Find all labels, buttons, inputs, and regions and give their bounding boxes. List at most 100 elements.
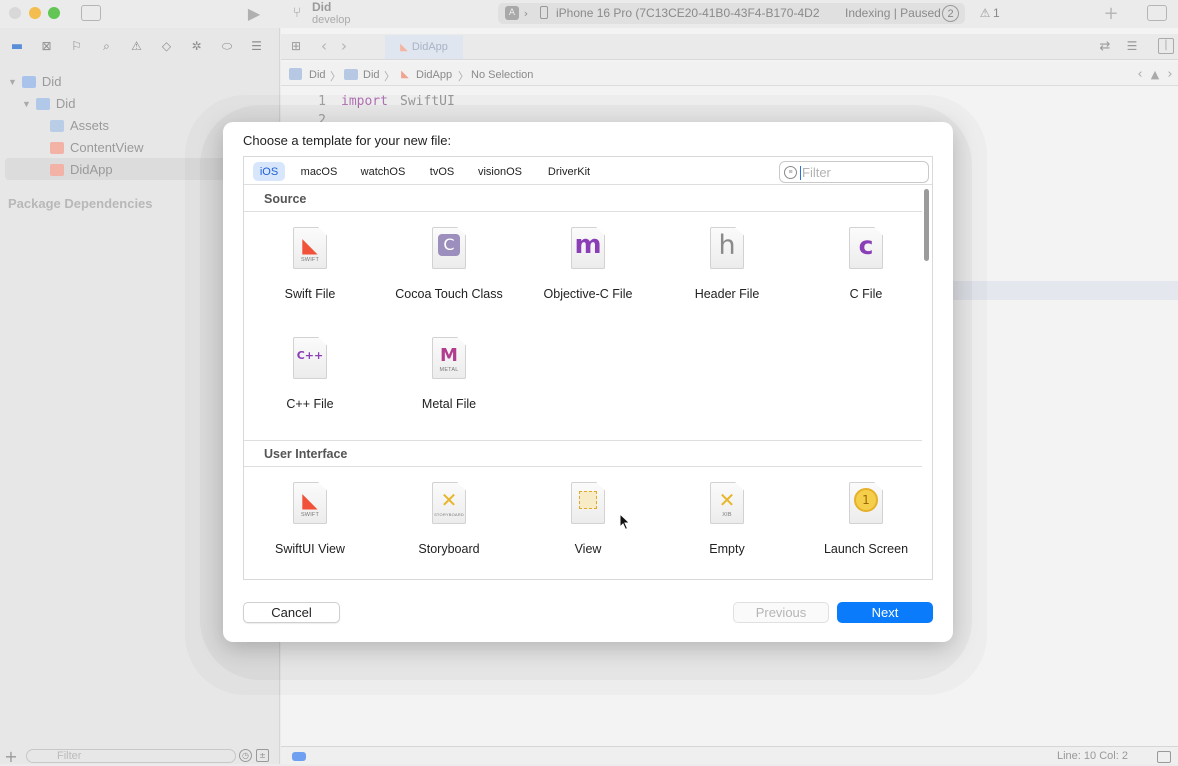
disclosure-open-icon[interactable]: ▼ (22, 99, 31, 109)
template-view[interactable]: View (528, 482, 648, 579)
template-cpp-file[interactable]: C++ C++ File (250, 337, 370, 437)
text-caret (800, 166, 801, 180)
test-icon[interactable]: ◇ (159, 39, 174, 53)
report-icon[interactable]: ☰ (249, 39, 264, 53)
run-play-icon[interactable]: ▶ (245, 4, 263, 23)
section-title: Source (264, 192, 307, 206)
app-scheme-icon[interactable]: A (505, 6, 519, 20)
refresh-icon[interactable]: ⇄ (1098, 38, 1112, 54)
objc-m-icon: m (574, 230, 602, 260)
next-button[interactable]: Next (837, 602, 933, 623)
template-label: View (574, 542, 602, 556)
template-cocoa-touch-class[interactable]: C Cocoa Touch Class (389, 227, 509, 327)
metal-icon: M (440, 344, 458, 366)
editor-status-bar (281, 746, 1178, 764)
grid-icon[interactable]: ⊞ (289, 39, 303, 53)
disclosure-open-icon[interactable]: ▼ (8, 77, 17, 87)
cancel-button[interactable]: Cancel (243, 602, 340, 623)
tab-watchos[interactable]: watchOS (355, 162, 411, 181)
editor-options-icon[interactable]: ☰ (1122, 38, 1142, 54)
folder-icon (344, 69, 358, 80)
run-destination[interactable]: iPhone 16 Pro (7C13CE20-41B0-43F4-B170-4… (556, 6, 828, 20)
template-header-file[interactable]: h Header File (667, 227, 787, 327)
debug-area-toggle-icon[interactable] (1157, 751, 1171, 763)
template-objective-c-file[interactable]: m Objective-C File (528, 227, 648, 327)
filter-placeholder: Filter (802, 165, 831, 180)
bookmark-icon[interactable]: ⚐ (69, 39, 84, 53)
add-icon[interactable]: + (1103, 3, 1119, 24)
breakpoint-icon[interactable]: ⬭ (219, 39, 235, 53)
previous-button[interactable]: Previous (733, 602, 829, 623)
template-storyboard[interactable]: ✕ STORYBOARD Storyboard (389, 482, 509, 579)
launch-screen-icon: 1 (849, 485, 883, 515)
tab-macos[interactable]: macOS (295, 162, 343, 181)
console-toggle-icon[interactable] (292, 752, 306, 761)
tree-item-label: DidApp (70, 162, 113, 177)
minimize-window-button[interactable] (29, 7, 41, 19)
chevron-right-icon: 〉 (384, 71, 395, 83)
package-dependencies-header: Package Dependencies (8, 196, 153, 211)
tree-item-contentview[interactable]: ContentView (50, 140, 143, 155)
branch-name: develop (312, 14, 351, 26)
project-icon (289, 68, 302, 80)
template-panel: iOS macOS watchOS tvOS visionOS DriverKi… (243, 156, 933, 580)
tree-item-label: Did (55, 96, 76, 111)
tree-item-project[interactable]: ▼ Did (8, 74, 61, 89)
chevron-right-icon: › (523, 6, 529, 20)
template-label: Objective-C File (543, 287, 633, 301)
class-c-icon: C (432, 230, 466, 260)
forward-chevron-icon[interactable]: › (338, 37, 350, 55)
warning-icon[interactable]: ⚠ (978, 5, 992, 21)
template-label: Metal File (421, 397, 477, 411)
template-launch-screen[interactable]: 1 Launch Screen (806, 482, 926, 579)
issue-icon[interactable]: ⚠ (129, 39, 144, 53)
warning-count: 1 (993, 6, 1000, 20)
xib-icon: ✕ (718, 488, 736, 512)
chevron-right-icon: 〉 (330, 71, 341, 83)
recent-files-icon[interactable]: ◷ (239, 749, 252, 762)
add-icon[interactable]: + (4, 747, 18, 766)
jump-bar-project[interactable]: Did (309, 69, 326, 81)
tree-item-didapp[interactable]: DidApp (50, 162, 113, 177)
template-swift-file[interactable]: ◣ SWIFT Swift File (250, 227, 370, 327)
project-name: Did (312, 0, 332, 14)
folder-navigator-icon[interactable]: ▬ (9, 39, 25, 54)
icon-caption: SWIFT (300, 257, 320, 263)
zoom-window-button[interactable] (48, 7, 60, 19)
source-control-icon[interactable]: ⊠ (39, 39, 54, 53)
template-c-file[interactable]: c C File (806, 227, 926, 327)
template-filter-input[interactable]: ≡ Filter (779, 161, 929, 183)
inspector-toggle-icon[interactable] (1147, 5, 1167, 21)
mouse-pointer-icon (619, 513, 631, 531)
tree-item-assets[interactable]: Assets (50, 118, 109, 133)
tab-tvos[interactable]: tvOS (424, 162, 460, 181)
branch-icon: ⑂ (292, 5, 302, 21)
navigator-filter-input[interactable]: Filter (26, 749, 236, 763)
back-chevron-icon[interactable]: ‹ (318, 37, 330, 55)
swift-icon: ◣ (302, 233, 318, 257)
tab-label: DidApp (411, 41, 448, 53)
split-editor-icon[interactable]: │ (1158, 38, 1174, 54)
close-window-button[interactable] (9, 7, 21, 19)
swift-file-icon (50, 163, 64, 176)
template-empty[interactable]: ✕ XIB Empty (667, 482, 787, 579)
template-metal-file[interactable]: M METAL Metal File (389, 337, 509, 437)
scm-filter-icon[interactable]: ± (256, 749, 269, 762)
jump-bar-group[interactable]: Did (363, 69, 380, 81)
section-title: User Interface (264, 447, 348, 461)
status-count-badge[interactable]: 2 (942, 5, 959, 22)
tab-ios[interactable]: iOS (253, 162, 285, 181)
template-swiftui-view[interactable]: ◣ SWIFT SwiftUI View (250, 482, 370, 579)
debug-icon[interactable]: ✲ (189, 39, 204, 53)
previous-issue-icon[interactable]: ‹ (1135, 67, 1145, 82)
next-issue-icon[interactable]: › (1165, 67, 1175, 82)
sidebar-toggle-icon[interactable] (81, 5, 101, 21)
jump-bar-file[interactable]: DidApp (416, 69, 452, 81)
find-icon[interactable]: ⌕ (99, 39, 114, 53)
warning-icon[interactable]: ▲ (1149, 67, 1161, 81)
tree-item-group-did[interactable]: ▼ Did (22, 96, 75, 111)
tab-visionos[interactable]: visionOS (472, 162, 528, 181)
jump-bar-symbol[interactable]: No Selection (471, 69, 533, 81)
tab-driverkit[interactable]: DriverKit (540, 162, 598, 181)
editor-tab-didapp[interactable]: ◣ DidApp (385, 35, 463, 59)
